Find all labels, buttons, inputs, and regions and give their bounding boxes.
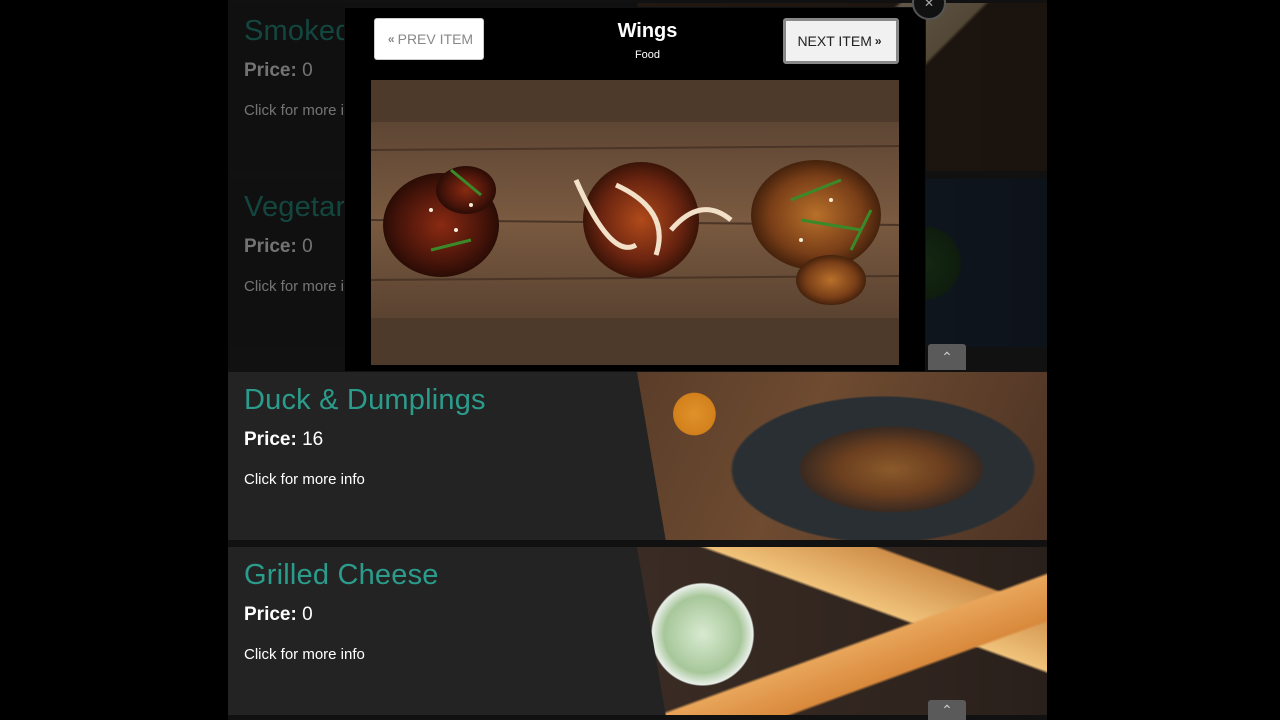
- chevron-up-icon: ⌃: [941, 349, 953, 365]
- price-label: Price:: [244, 429, 297, 450]
- scroll-top-button[interactable]: ⌃: [928, 344, 966, 370]
- modal-category: Food: [634, 49, 661, 61]
- item-detail-modal: « PREV ITEM Wings Food NEXT ITEM »: [344, 7, 926, 372]
- card-price: Price: 0: [244, 604, 624, 626]
- scroll-top-button[interactable]: ⌃: [928, 700, 966, 720]
- card-text: Duck & Dumplings Price: 16 Click for mor…: [244, 384, 624, 488]
- menu-card-grilled-cheese[interactable]: Grilled Cheese Price: 0 Click for more i…: [228, 547, 1047, 715]
- price-value: 0: [302, 60, 313, 81]
- chevron-up-icon: ⌃: [941, 702, 953, 718]
- card-price: Price: 16: [244, 429, 624, 451]
- price-label: Price:: [244, 60, 297, 81]
- more-info-link[interactable]: Click for more info: [244, 646, 624, 663]
- double-chevron-left-icon: «: [387, 32, 395, 46]
- price-label: Price:: [244, 604, 297, 625]
- price-value: 0: [302, 604, 313, 625]
- card-food-image: [637, 547, 1047, 715]
- price-value: 16: [302, 429, 324, 450]
- prev-item-button[interactable]: « PREV ITEM: [374, 18, 484, 60]
- price-label: Price:: [244, 236, 297, 257]
- item-photo: [371, 80, 899, 365]
- card-title: Duck & Dumplings: [244, 384, 486, 416]
- modal-title: Wings: [617, 20, 678, 42]
- price-value: 0: [302, 236, 313, 257]
- next-item-label: NEXT ITEM: [797, 33, 872, 49]
- double-chevron-right-icon: »: [874, 34, 882, 48]
- card-title: Grilled Cheese: [244, 559, 439, 591]
- prev-item-label: PREV ITEM: [397, 31, 474, 47]
- more-info-link[interactable]: Click for more info: [244, 471, 624, 488]
- wings-photo: [371, 80, 899, 365]
- menu-card-duck-dumplings[interactable]: Duck & Dumplings Price: 16 Click for mor…: [228, 372, 1047, 540]
- next-item-button[interactable]: NEXT ITEM »: [783, 18, 899, 64]
- close-icon: ✕: [923, 0, 935, 10]
- card-text: Grilled Cheese Price: 0 Click for more i…: [244, 559, 624, 663]
- card-food-image: [637, 372, 1047, 540]
